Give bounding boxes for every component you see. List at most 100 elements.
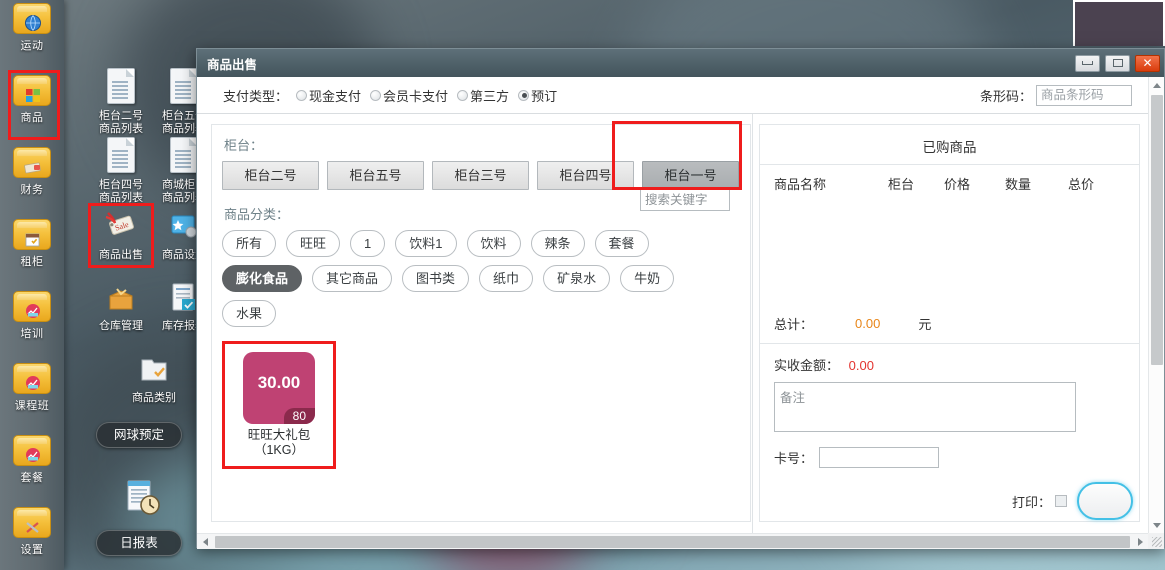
chevron-right-icon xyxy=(1137,538,1143,546)
barcode-field-group: 条形码： xyxy=(980,84,1132,106)
print-label: 打印： xyxy=(1011,494,1051,510)
shortcut-product-category[interactable]: 商品类别 xyxy=(125,350,183,405)
category-pill-tissue[interactable]: 纸巾 xyxy=(479,265,534,292)
category-pill-books[interactable]: 图书类 xyxy=(402,265,470,292)
product-card[interactable]: 30.00 80 旺旺大礼包 （1KG） xyxy=(222,341,336,469)
dialog-body: 支付类型： 现金支付 会员卡支付 第三方 预订 条形码： 柜台： 柜台 xyxy=(197,77,1164,549)
rail-item-label: 运动 xyxy=(20,40,44,52)
cabinet-folder-icon xyxy=(13,219,51,250)
category-pill-puffed-food[interactable]: 膨化食品 xyxy=(222,265,303,292)
radio-cash[interactable]: 现金支付 xyxy=(296,86,361,105)
print-checkbox[interactable] xyxy=(1055,495,1067,507)
counter-button-3[interactable]: 柜台三号 xyxy=(432,161,529,190)
category-pill-milk[interactable]: 牛奶 xyxy=(620,265,675,292)
document-icon xyxy=(107,68,135,104)
search-input[interactable] xyxy=(640,189,730,211)
category-pill-spicy-strip[interactable]: 辣条 xyxy=(530,230,585,257)
chevron-left-icon xyxy=(202,538,208,546)
confirm-button[interactable] xyxy=(1077,482,1133,520)
cart-table: 商品名称 柜台 价格 数量 总价 xyxy=(760,164,1139,306)
maximize-icon xyxy=(1112,59,1123,67)
cart-body[interactable] xyxy=(760,201,1139,306)
category-pill-drink1[interactable]: 饮料1 xyxy=(395,230,457,257)
card-number-input[interactable] xyxy=(819,447,940,468)
rail-item-label: 培训 xyxy=(20,328,44,340)
category-pill-row: 所有 旺旺 1 饮料1 饮料 辣条 套餐 膨化食品 其它商品 图书类 纸巾 矿泉… xyxy=(222,230,722,327)
pill-daily-report[interactable]: 日报表 xyxy=(96,530,182,556)
report-clock-icon xyxy=(122,478,160,518)
chart-folder-icon xyxy=(13,291,51,322)
cart-title: 已购商品 xyxy=(922,140,977,155)
category-pill-fruit[interactable]: 水果 xyxy=(222,300,277,327)
shortcut-counter4-list[interactable]: 柜台四号 商品列表 xyxy=(92,135,150,205)
scroll-right-button[interactable] xyxy=(1132,534,1148,550)
rail-item-sports[interactable]: 运动 xyxy=(0,0,64,70)
radio-label: 第三方 xyxy=(470,88,510,104)
rail-item-package[interactable]: 套餐 xyxy=(0,430,64,502)
minimize-icon xyxy=(1082,61,1093,65)
resize-corner[interactable] xyxy=(1148,533,1164,549)
counter-button-1[interactable]: 柜台一号 xyxy=(642,161,739,190)
document-icon xyxy=(170,68,198,104)
scroll-left-button[interactable] xyxy=(197,534,213,550)
category-pill-combo[interactable]: 套餐 xyxy=(594,230,649,257)
category-pill-all[interactable]: 所有 xyxy=(222,230,277,257)
product-grid: 30.00 80 旺旺大礼包 （1KG） xyxy=(222,341,750,469)
close-button[interactable]: ✕ xyxy=(1135,54,1160,72)
category-pill-drink[interactable]: 饮料 xyxy=(466,230,521,257)
vertical-scrollbar[interactable] xyxy=(1148,77,1164,533)
counter-section-label: 柜台： xyxy=(224,138,264,153)
rail-item-cabinet-rent[interactable]: 租柜 xyxy=(0,214,64,286)
document-icon xyxy=(170,137,198,173)
radio-member-card[interactable]: 会员卡支付 xyxy=(370,86,448,105)
shortcut-label: 商品类别 xyxy=(132,392,176,404)
tools-folder-icon xyxy=(13,507,51,538)
shortcut-warehouse-mgmt[interactable]: 仓库管理 xyxy=(92,278,150,333)
rail-item-goods[interactable]: 商品 xyxy=(0,70,64,142)
dialog-title-bar[interactable]: 商品出售 ✕ xyxy=(197,49,1164,77)
barcode-input[interactable] xyxy=(1036,84,1132,106)
payment-type-label: 支付类型： xyxy=(223,88,289,104)
maximize-button[interactable] xyxy=(1105,54,1130,72)
counter-button-2[interactable]: 柜台二号 xyxy=(222,161,319,190)
cart-col-name: 商品名称 xyxy=(774,177,827,192)
panes: 柜台： 柜台二号 柜台五号 柜台三号 柜台四号 柜台一号 商品分类： xyxy=(197,114,1148,533)
cart-col-price: 价格 xyxy=(944,177,971,192)
radio-third-party[interactable]: 第三方 xyxy=(457,86,509,105)
print-row: 打印： xyxy=(774,468,1139,520)
product-thumbnail: 30.00 80 xyxy=(243,352,315,424)
product-stock-badge: 80 xyxy=(283,408,315,424)
scroll-down-button[interactable] xyxy=(1149,517,1165,533)
counter-button-5[interactable]: 柜台五号 xyxy=(327,161,424,190)
radio-icon xyxy=(457,89,469,101)
rail-item-finance[interactable]: 财务 xyxy=(0,142,64,214)
category-pill-wangwang[interactable]: 旺旺 xyxy=(286,230,341,257)
rail-item-settings[interactable]: 设置 xyxy=(0,502,64,570)
counter-button-4[interactable]: 柜台四号 xyxy=(537,161,634,190)
shortcut-counter2-list[interactable]: 柜台二号 商品列表 xyxy=(92,66,150,136)
radio-icon-selected xyxy=(518,89,530,101)
folder-check-icon xyxy=(137,350,171,390)
product-sale-dialog: 商品出售 ✕ 支付类型： 现金支付 会员卡支付 第三方 预订 条形码： 商品条形… xyxy=(196,48,1165,549)
vertical-scroll-thumb[interactable] xyxy=(1151,95,1163,365)
rail-item-label: 租柜 xyxy=(20,256,44,268)
close-icon: ✕ xyxy=(1142,56,1153,70)
memo-textarea[interactable] xyxy=(774,382,1076,432)
dialog-content: 支付类型： 现金支付 会员卡支付 第三方 预订 条形码： 柜台： 柜台 xyxy=(197,77,1148,533)
radio-reservation[interactable]: 预订 xyxy=(518,86,557,105)
category-pill-other-goods[interactable]: 其它商品 xyxy=(312,265,393,292)
horizontal-scroll-thumb[interactable] xyxy=(215,536,1130,548)
radio-label: 会员卡支付 xyxy=(383,88,449,104)
scroll-up-button[interactable] xyxy=(1149,77,1165,93)
category-pill-1[interactable]: 1 xyxy=(350,230,386,257)
rail-item-training[interactable]: 培训 xyxy=(0,286,64,358)
background-window[interactable] xyxy=(1073,0,1165,46)
shortcut-daily-report-icon[interactable] xyxy=(110,478,168,518)
pill-tennis-booking[interactable]: 网球预定 xyxy=(96,422,182,448)
chart-folder-icon xyxy=(13,435,51,466)
category-pill-mineral-water[interactable]: 矿泉水 xyxy=(543,265,611,292)
horizontal-scrollbar[interactable] xyxy=(197,533,1148,549)
rail-item-course-class[interactable]: 课程班 xyxy=(0,358,64,430)
minimize-button[interactable] xyxy=(1075,54,1100,72)
payment-area: 实收金额： 0.00 卡号： 打印： xyxy=(760,344,1139,520)
